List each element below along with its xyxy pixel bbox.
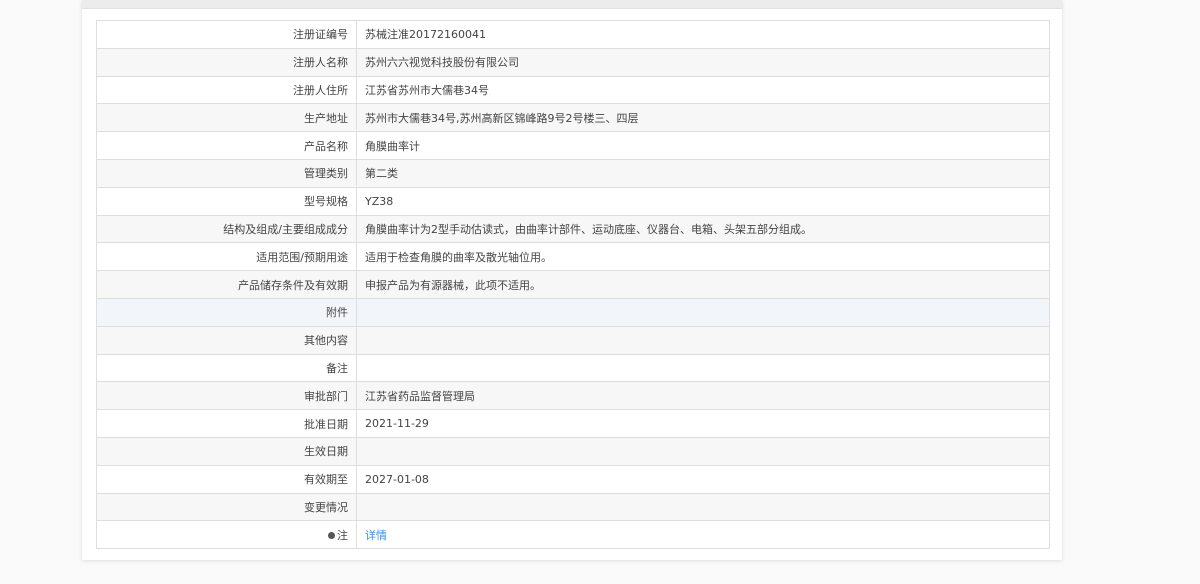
table-row: 结构及组成/主要组成成分 角膜曲率计为2型手动估读式，由曲率计部件、运动底座、仪器… (96, 214, 1050, 244)
row-label: 型号规格 (96, 186, 357, 216)
table-row: 批准日期 2021-11-29 (96, 409, 1050, 438)
table-row: 生效日期 (96, 436, 1050, 466)
table-row: 管理类别 第二类 (96, 158, 1050, 188)
table-row: 型号规格 YZ38 (96, 186, 1050, 216)
card-header (82, 0, 1062, 9)
row-value (356, 492, 1050, 522)
table-row: 注册人住所 江苏省苏州市大儒巷34号 (96, 75, 1050, 105)
row-value: 2027-01-08 (356, 464, 1050, 494)
table-row: 适用范围/预期用途 适用于检查角膜的曲率及散光轴位用。 (96, 242, 1050, 272)
row-value: 第二类 (356, 158, 1050, 188)
row-value: 角膜曲率计为2型手动估读式，由曲率计部件、运动底座、仪器台、电箱、头架五部分组成… (356, 214, 1050, 244)
row-value: YZ38 (356, 186, 1050, 216)
pin-icon (328, 532, 335, 540)
table-row: 注册证编号 苏械注准20172160041 (96, 20, 1050, 49)
row-value: 苏械注准20172160041 (356, 20, 1050, 49)
row-label: 注册证编号 (96, 20, 357, 49)
table-row-note: 注 详情 (96, 520, 1050, 550)
table-row: 有效期至 2027-01-08 (96, 464, 1050, 494)
details-link[interactable]: 详情 (365, 529, 387, 542)
row-label: 附件 (96, 297, 357, 327)
registration-detail-table: 注册证编号 苏械注准20172160041 注册人名称 苏州六六视觉科技股份有限公司注… (96, 20, 1050, 550)
row-label: 适用范围/预期用途 (96, 242, 357, 272)
table-row: 产品储存条件及有效期 申报产品为有源器械，此项不适用。 (96, 270, 1050, 299)
row-label: 管理类别 (96, 158, 357, 188)
row-value: 江苏省药品监督管理局 (356, 381, 1050, 411)
row-label: 审批部门 (96, 381, 357, 411)
row-label: 生产地址 (96, 103, 357, 133)
table-row: 备注 (96, 353, 1050, 383)
table-row: 附件 (96, 297, 1050, 327)
row-value: 适用于检查角膜的曲率及散光轴位用。 (356, 242, 1050, 272)
row-label: 注册人住所 (96, 75, 357, 105)
row-label: 批准日期 (96, 409, 357, 438)
row-value (356, 325, 1050, 355)
table-row: 生产地址 苏州市大儒巷34号,苏州高新区锦峰路9号2号楼三、四层 (96, 103, 1050, 133)
row-label: 结构及组成/主要组成成分 (96, 214, 357, 244)
row-value: 2021-11-29 (356, 409, 1050, 438)
row-value: 申报产品为有源器械，此项不适用。 (356, 270, 1050, 299)
table-row: 其他内容 (96, 325, 1050, 355)
row-label: 产品名称 (96, 131, 357, 160)
row-label: 产品储存条件及有效期 (96, 270, 357, 299)
table-row: 注册人名称 苏州六六视觉科技股份有限公司 (96, 47, 1050, 77)
row-value: 江苏省苏州市大儒巷34号 (356, 75, 1050, 105)
row-value (356, 353, 1050, 383)
row-label: 有效期至 (96, 464, 357, 494)
note-label: 注 (337, 528, 348, 542)
row-label: 注册人名称 (96, 47, 357, 77)
row-label: 变更情况 (96, 492, 357, 522)
row-value (356, 297, 1050, 327)
row-value: 苏州市大儒巷34号,苏州高新区锦峰路9号2号楼三、四层 (356, 103, 1050, 133)
row-label: 生效日期 (96, 436, 357, 466)
row-label: 备注 (96, 353, 357, 383)
row-label: 注 (96, 520, 357, 550)
row-value: 角膜曲率计 (356, 131, 1050, 160)
row-value: 苏州六六视觉科技股份有限公司 (356, 47, 1050, 77)
row-label: 其他内容 (96, 325, 357, 355)
table-row: 变更情况 (96, 492, 1050, 522)
detail-card: 注册证编号 苏械注准20172160041 注册人名称 苏州六六视觉科技股份有限公司注… (82, 0, 1062, 560)
table-row: 产品名称 角膜曲率计 (96, 131, 1050, 160)
table-row: 审批部门 江苏省药品监督管理局 (96, 381, 1050, 411)
row-value (356, 436, 1050, 466)
